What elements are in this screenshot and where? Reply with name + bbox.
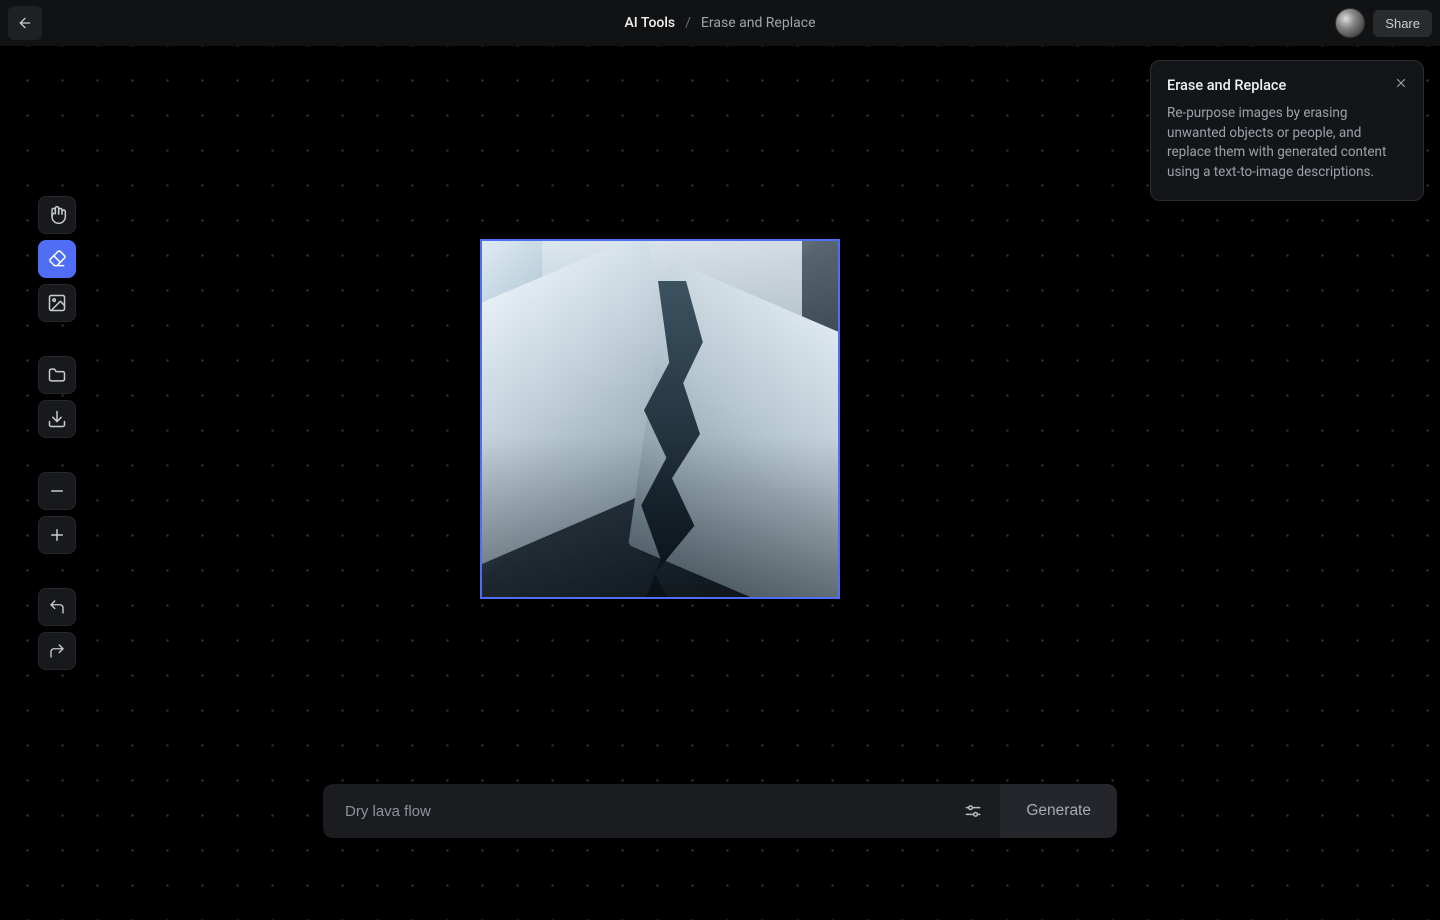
app-header: AI Tools / Erase and Replace Share bbox=[0, 0, 1440, 46]
undo-icon bbox=[48, 598, 66, 616]
close-info-button[interactable] bbox=[1391, 73, 1411, 93]
hand-icon bbox=[47, 205, 67, 225]
download-icon bbox=[47, 409, 67, 429]
eraser-icon bbox=[47, 249, 67, 269]
prompt-input[interactable] bbox=[323, 803, 952, 820]
canvas-image[interactable] bbox=[480, 239, 840, 599]
breadcrumb-leaf: Erase and Replace bbox=[701, 15, 816, 31]
image-icon bbox=[47, 293, 67, 313]
download-tool[interactable] bbox=[38, 400, 76, 438]
left-toolbar bbox=[38, 196, 76, 670]
zoom-out-tool[interactable] bbox=[38, 472, 76, 510]
redo-tool[interactable] bbox=[38, 632, 76, 670]
breadcrumb: AI Tools / Erase and Replace bbox=[624, 15, 815, 31]
share-button[interactable]: Share bbox=[1373, 10, 1432, 37]
avatar[interactable] bbox=[1335, 8, 1365, 38]
erase-tool[interactable] bbox=[38, 240, 76, 278]
redo-icon bbox=[48, 642, 66, 660]
sliders-icon bbox=[963, 801, 983, 821]
image-shade bbox=[482, 241, 838, 597]
undo-tool[interactable] bbox=[38, 588, 76, 626]
info-panel-title: Erase and Replace bbox=[1167, 77, 1407, 94]
info-panel: Erase and Replace Re-purpose images by e… bbox=[1150, 60, 1424, 201]
info-panel-description: Re-purpose images by erasing unwanted ob… bbox=[1167, 104, 1407, 182]
folder-icon bbox=[47, 365, 67, 385]
folder-tool[interactable] bbox=[38, 356, 76, 394]
breadcrumb-root[interactable]: AI Tools bbox=[624, 15, 675, 31]
generate-button[interactable]: Generate bbox=[1000, 784, 1117, 838]
zoom-in-tool[interactable] bbox=[38, 516, 76, 554]
breadcrumb-separator: / bbox=[685, 15, 691, 31]
prompt-settings-button[interactable] bbox=[952, 790, 994, 832]
pan-tool[interactable] bbox=[38, 196, 76, 234]
image-tool[interactable] bbox=[38, 284, 76, 322]
minus-icon bbox=[48, 482, 66, 500]
back-button[interactable] bbox=[8, 6, 42, 40]
prompt-bar: Generate bbox=[323, 784, 1117, 838]
arrow-left-icon bbox=[17, 15, 33, 31]
plus-icon bbox=[48, 526, 66, 544]
close-icon bbox=[1394, 76, 1408, 90]
